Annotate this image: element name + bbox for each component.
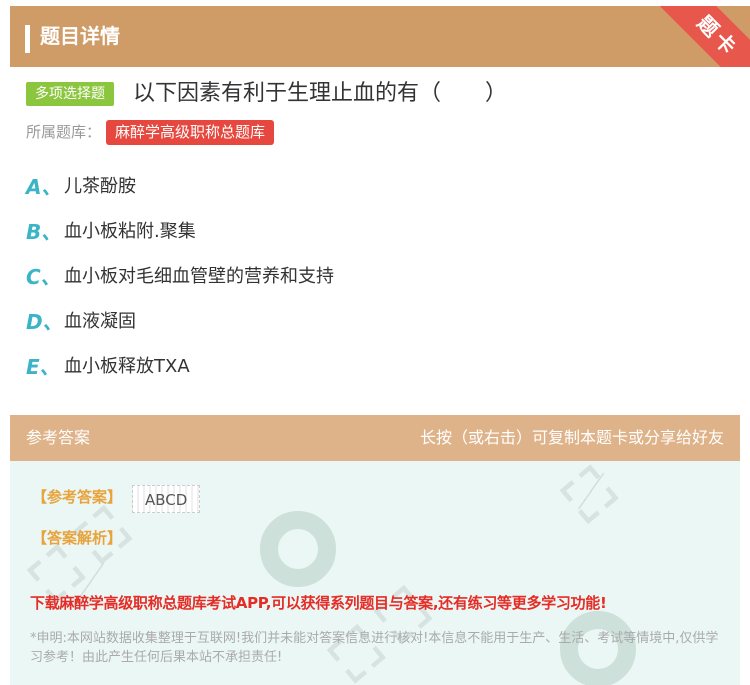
detail-header: 题目详情 题卡 (10, 6, 750, 67)
bank-label: 所属题库： (26, 123, 102, 141)
disclaimer-text: *申明:本网站数据收集整理于互联网!我们并未能对答案信息进行核对!本信息不能用于… (30, 631, 719, 665)
ref-answer-label: 【参考答案】 (32, 488, 123, 506)
option-text: 血小板粘附.聚集 (64, 221, 196, 242)
option-text: 儿茶酚胺 (64, 176, 136, 197)
download-app-link[interactable]: 下载麻醉学高级职称总题库考试APP,可以获得系列题目与答案,还有练习等更多学习功… (30, 592, 607, 614)
option-e[interactable]: E、 血小板释放TXA (26, 350, 626, 384)
option-b[interactable]: B、 血小板粘附.聚集 (26, 215, 626, 249)
option-letter: B、 (26, 220, 62, 244)
question-text: 以下因素有利于生理止血的有（ ） (133, 81, 508, 106)
option-text: 血小板释放TXA (64, 356, 190, 377)
question-card-ribbon[interactable]: 题卡 (640, 6, 750, 67)
option-letter: E、 (26, 355, 60, 379)
option-letter: D、 (26, 310, 63, 334)
option-text: 血小板对毛细血管壁的营养和支持 (64, 266, 334, 287)
answer-section-label: 参考答案 (26, 428, 91, 447)
answer-body: ⛶ ⛶ ⛶ ⛶ ⛶ ──── ──── 【参考答案】 ABCD 【答案解析】 下… (10, 461, 740, 685)
header-accent-bar (25, 25, 30, 53)
bank-name-badge[interactable]: 麻醉学高级职称总题库 (106, 120, 275, 145)
ref-answer-value[interactable]: ABCD (132, 485, 201, 513)
option-c[interactable]: C、 血小板对毛细血管壁的营养和支持 (26, 260, 626, 294)
share-hint: 长按（或右击）可复制本题卡或分享给好友 (419, 428, 724, 447)
answer-parse-label: 【答案解析】 (32, 529, 123, 547)
option-letter: A、 (26, 175, 62, 199)
watermark-logo-icon (260, 511, 336, 587)
option-letter: C、 (26, 265, 61, 289)
question-type-badge: 多项选择题 (26, 82, 114, 106)
answer-section-header: 参考答案 长按（或右击）可复制本题卡或分享给好友 (10, 415, 740, 461)
header-title: 题目详情 (40, 24, 120, 48)
option-a[interactable]: A、 儿茶酚胺 (26, 170, 626, 204)
option-d[interactable]: D、 血液凝固 (26, 305, 626, 339)
option-text: 血液凝固 (64, 311, 136, 332)
